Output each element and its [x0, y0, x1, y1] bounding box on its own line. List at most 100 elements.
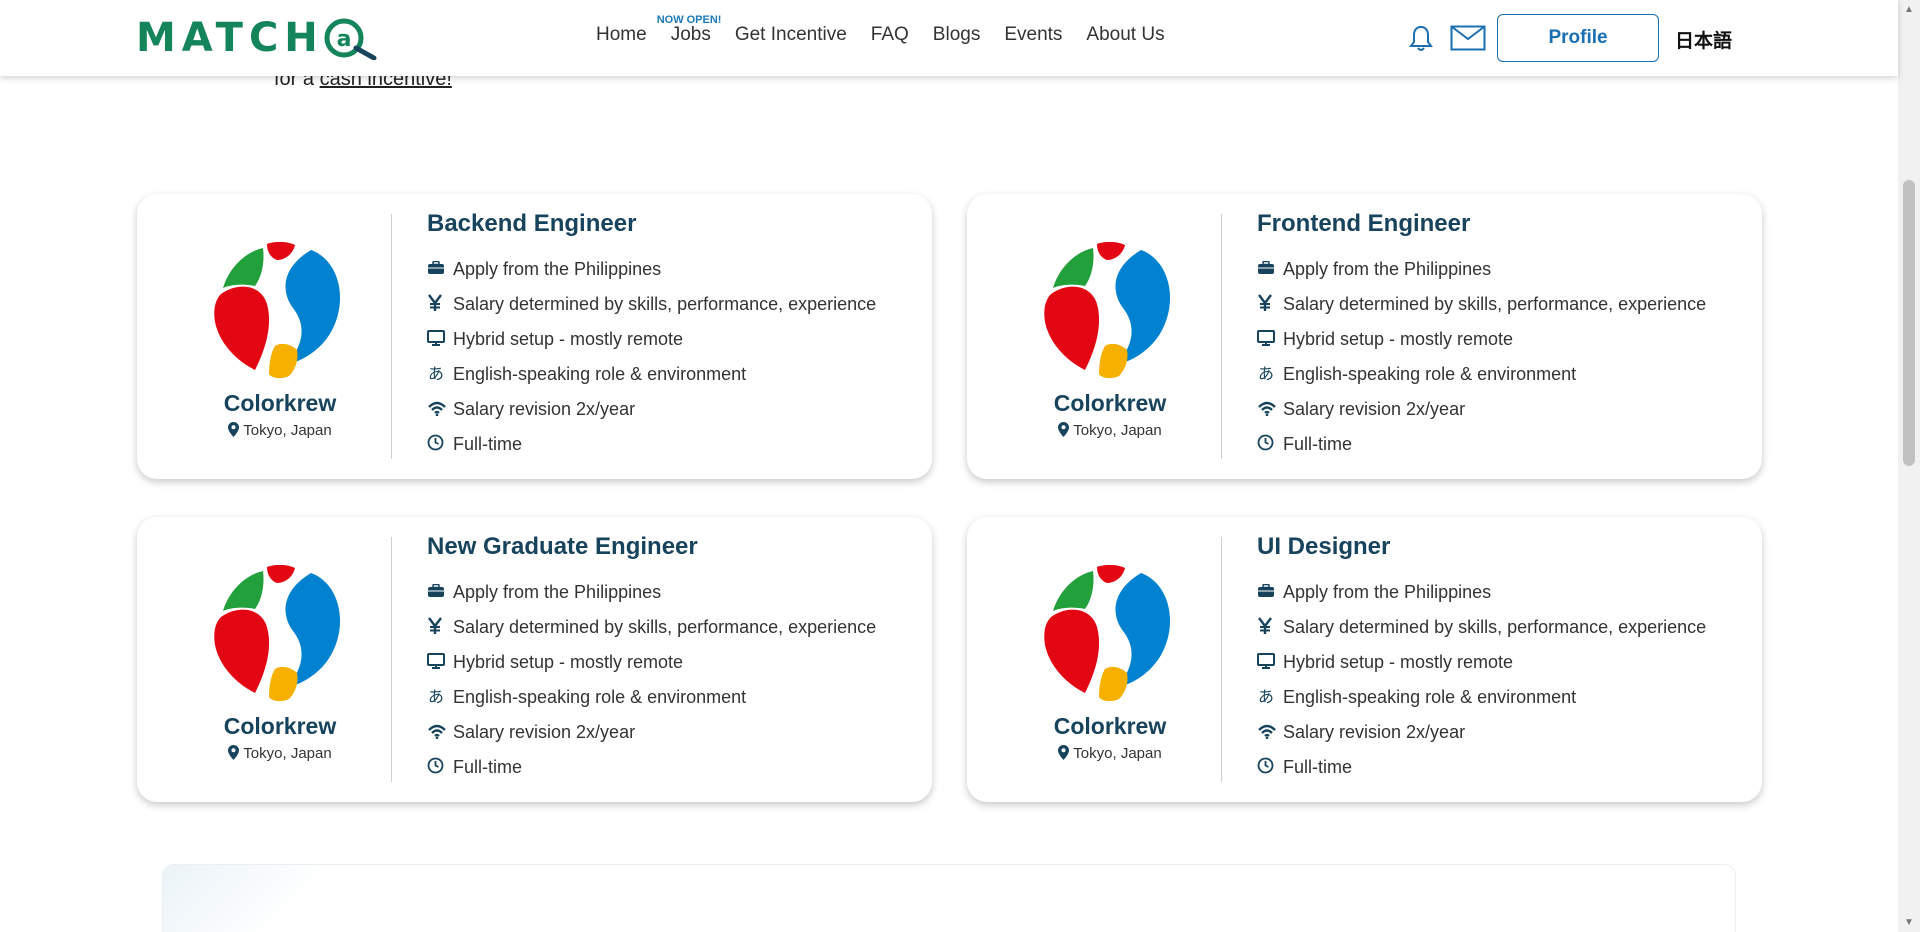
bell-icon[interactable]: [1408, 24, 1434, 52]
signal-icon: [1257, 400, 1283, 420]
scrollbar-thumb[interactable]: [1903, 180, 1915, 466]
clock-icon: [1257, 757, 1283, 778]
job-feature-text: Salary determined by skills, performance…: [453, 617, 877, 637]
company-name: Colorkrew: [223, 713, 337, 739]
card-divider: [1221, 214, 1222, 459]
monitor-icon: [1257, 652, 1283, 673]
now-open-badge: NOW OPEN!: [656, 14, 722, 26]
monitor-icon: [427, 329, 453, 350]
job-feature: Full-time: [1257, 750, 1706, 785]
company-name: Colorkrew: [223, 390, 337, 416]
job-title[interactable]: Backend Engineer: [427, 210, 876, 238]
briefcase-icon: [427, 583, 453, 602]
job-title[interactable]: New Graduate Engineer: [427, 533, 876, 561]
language-switch[interactable]: 日本語: [1675, 26, 1732, 53]
job-details: Frontend Engineer Apply from the Philippi…: [1257, 210, 1706, 462]
magnifier-logo-icon: a: [324, 18, 377, 60]
yen-icon: [427, 616, 453, 639]
job-feature-list: Apply from the Philippines Salary determi…: [427, 252, 876, 462]
scroll-down-icon[interactable]: ▼: [1904, 917, 1914, 928]
language-icon: あ: [427, 687, 453, 709]
job-feature-text: Apply from the Philippines: [1283, 259, 1492, 279]
job-title[interactable]: UI Designer: [1257, 533, 1706, 561]
job-feature-list: Apply from the Philippines Salary determi…: [1257, 252, 1706, 462]
location-pin-icon: [1058, 422, 1070, 437]
card-divider: [391, 214, 392, 459]
job-feature: Salary revision 2x/year: [1257, 715, 1706, 750]
briefcase-icon: [1257, 260, 1283, 279]
company-panel: Colorkrew Tokyo, Japan: [137, 194, 393, 479]
job-feature-text: English-speaking role & environment: [453, 687, 747, 707]
job-feature: Full-time: [427, 427, 876, 462]
yen-icon: [1257, 293, 1283, 316]
job-feature: Hybrid setup - mostly remote: [427, 645, 876, 680]
header-icons: [1408, 24, 1486, 52]
company-name: Colorkrew: [1053, 390, 1167, 416]
site-logo[interactable]: MATCH a: [136, 15, 378, 61]
job-feature-text: Full-time: [453, 757, 523, 777]
company-logo: [211, 241, 349, 380]
company-name: Colorkrew: [1053, 713, 1167, 739]
job-feature-text: Hybrid setup - mostly remote: [1283, 329, 1514, 349]
job-feature-text: English-speaking role & environment: [1283, 687, 1577, 707]
job-details: UI Designer Apply from the Philippines Sal…: [1257, 533, 1706, 785]
svg-text:あ: あ: [428, 364, 444, 382]
job-feature: Hybrid setup - mostly remote: [427, 322, 876, 357]
clock-icon: [427, 434, 453, 455]
scroll-up-icon[interactable]: ▲: [1904, 4, 1914, 15]
job-feature-text: Salary determined by skills, performance…: [1283, 294, 1707, 314]
company-logo: [1041, 564, 1179, 703]
signal-icon: [1257, 723, 1283, 743]
job-feature-text: Salary determined by skills, performance…: [1283, 617, 1707, 637]
location-text: Tokyo, Japan: [1073, 422, 1162, 439]
signal-icon: [427, 723, 453, 743]
job-feature-text: Apply from the Philippines: [453, 582, 662, 602]
page: for a cash incentive! MATCH a Home NOW O…: [0, 0, 1920, 932]
job-feature: あ English-speaking role & environment: [1257, 357, 1706, 392]
location-pin-icon: [1058, 745, 1070, 760]
job-card[interactable]: Colorkrew Tokyo, Japan New Graduate Engine…: [137, 517, 932, 802]
job-feature: Salary determined by skills, performance…: [1257, 287, 1706, 322]
signal-icon: [427, 400, 453, 420]
job-feature-text: Salary determined by skills, performance…: [453, 294, 877, 314]
job-card[interactable]: Colorkrew Tokyo, Japan Frontend Engineer Ap…: [967, 194, 1762, 479]
job-feature: Salary determined by skills, performance…: [1257, 610, 1706, 645]
job-feature-text: Hybrid setup - mostly remote: [453, 329, 684, 349]
nav-blogs[interactable]: Blogs: [933, 24, 981, 46]
nav-events[interactable]: Events: [1004, 24, 1062, 46]
language-icon: あ: [1257, 364, 1283, 386]
job-feature-text: Salary revision 2x/year: [1283, 399, 1466, 419]
location-pin-icon: [228, 745, 240, 760]
svg-text:a: a: [336, 27, 351, 52]
job-card[interactable]: Colorkrew Tokyo, Japan UI Designer Apply fr…: [967, 517, 1762, 802]
company-panel: Colorkrew Tokyo, Japan: [137, 517, 393, 802]
briefcase-icon: [1257, 583, 1283, 602]
site-header: MATCH a Home NOW OPEN! Jobs Get Incentiv…: [0, 0, 1898, 76]
scrollbar[interactable]: ▲ ▼: [1898, 0, 1920, 932]
card-divider: [1221, 537, 1222, 782]
job-feature-text: Hybrid setup - mostly remote: [1283, 652, 1514, 672]
job-title[interactable]: Frontend Engineer: [1257, 210, 1706, 238]
job-feature: Hybrid setup - mostly remote: [1257, 322, 1706, 357]
job-feature-text: Salary revision 2x/year: [1283, 722, 1466, 742]
job-feature: あ English-speaking role & environment: [427, 680, 876, 715]
profile-button[interactable]: Profile: [1497, 14, 1659, 62]
job-feature-text: Apply from the Philippines: [1283, 582, 1492, 602]
mail-icon[interactable]: [1450, 25, 1486, 51]
card-divider: [391, 537, 392, 782]
svg-text:あ: あ: [1258, 364, 1274, 382]
nav-home[interactable]: Home: [596, 24, 647, 46]
monitor-icon: [1257, 329, 1283, 350]
job-card[interactable]: Colorkrew Tokyo, Japan Backend Engineer App…: [137, 194, 932, 479]
job-feature-text: Full-time: [453, 434, 523, 454]
nav-faq[interactable]: FAQ: [871, 24, 909, 46]
yen-icon: [1257, 616, 1283, 639]
job-feature: Hybrid setup - mostly remote: [1257, 645, 1706, 680]
nav-get-incentive[interactable]: Get Incentive: [735, 24, 847, 46]
company-location: Tokyo, Japan: [137, 422, 423, 439]
svg-text:あ: あ: [428, 687, 444, 705]
job-feature-text: English-speaking role & environment: [453, 364, 747, 384]
language-icon: あ: [427, 364, 453, 386]
nav-jobs[interactable]: NOW OPEN! Jobs: [657, 14, 722, 46]
nav-about-us[interactable]: About Us: [1086, 24, 1164, 46]
